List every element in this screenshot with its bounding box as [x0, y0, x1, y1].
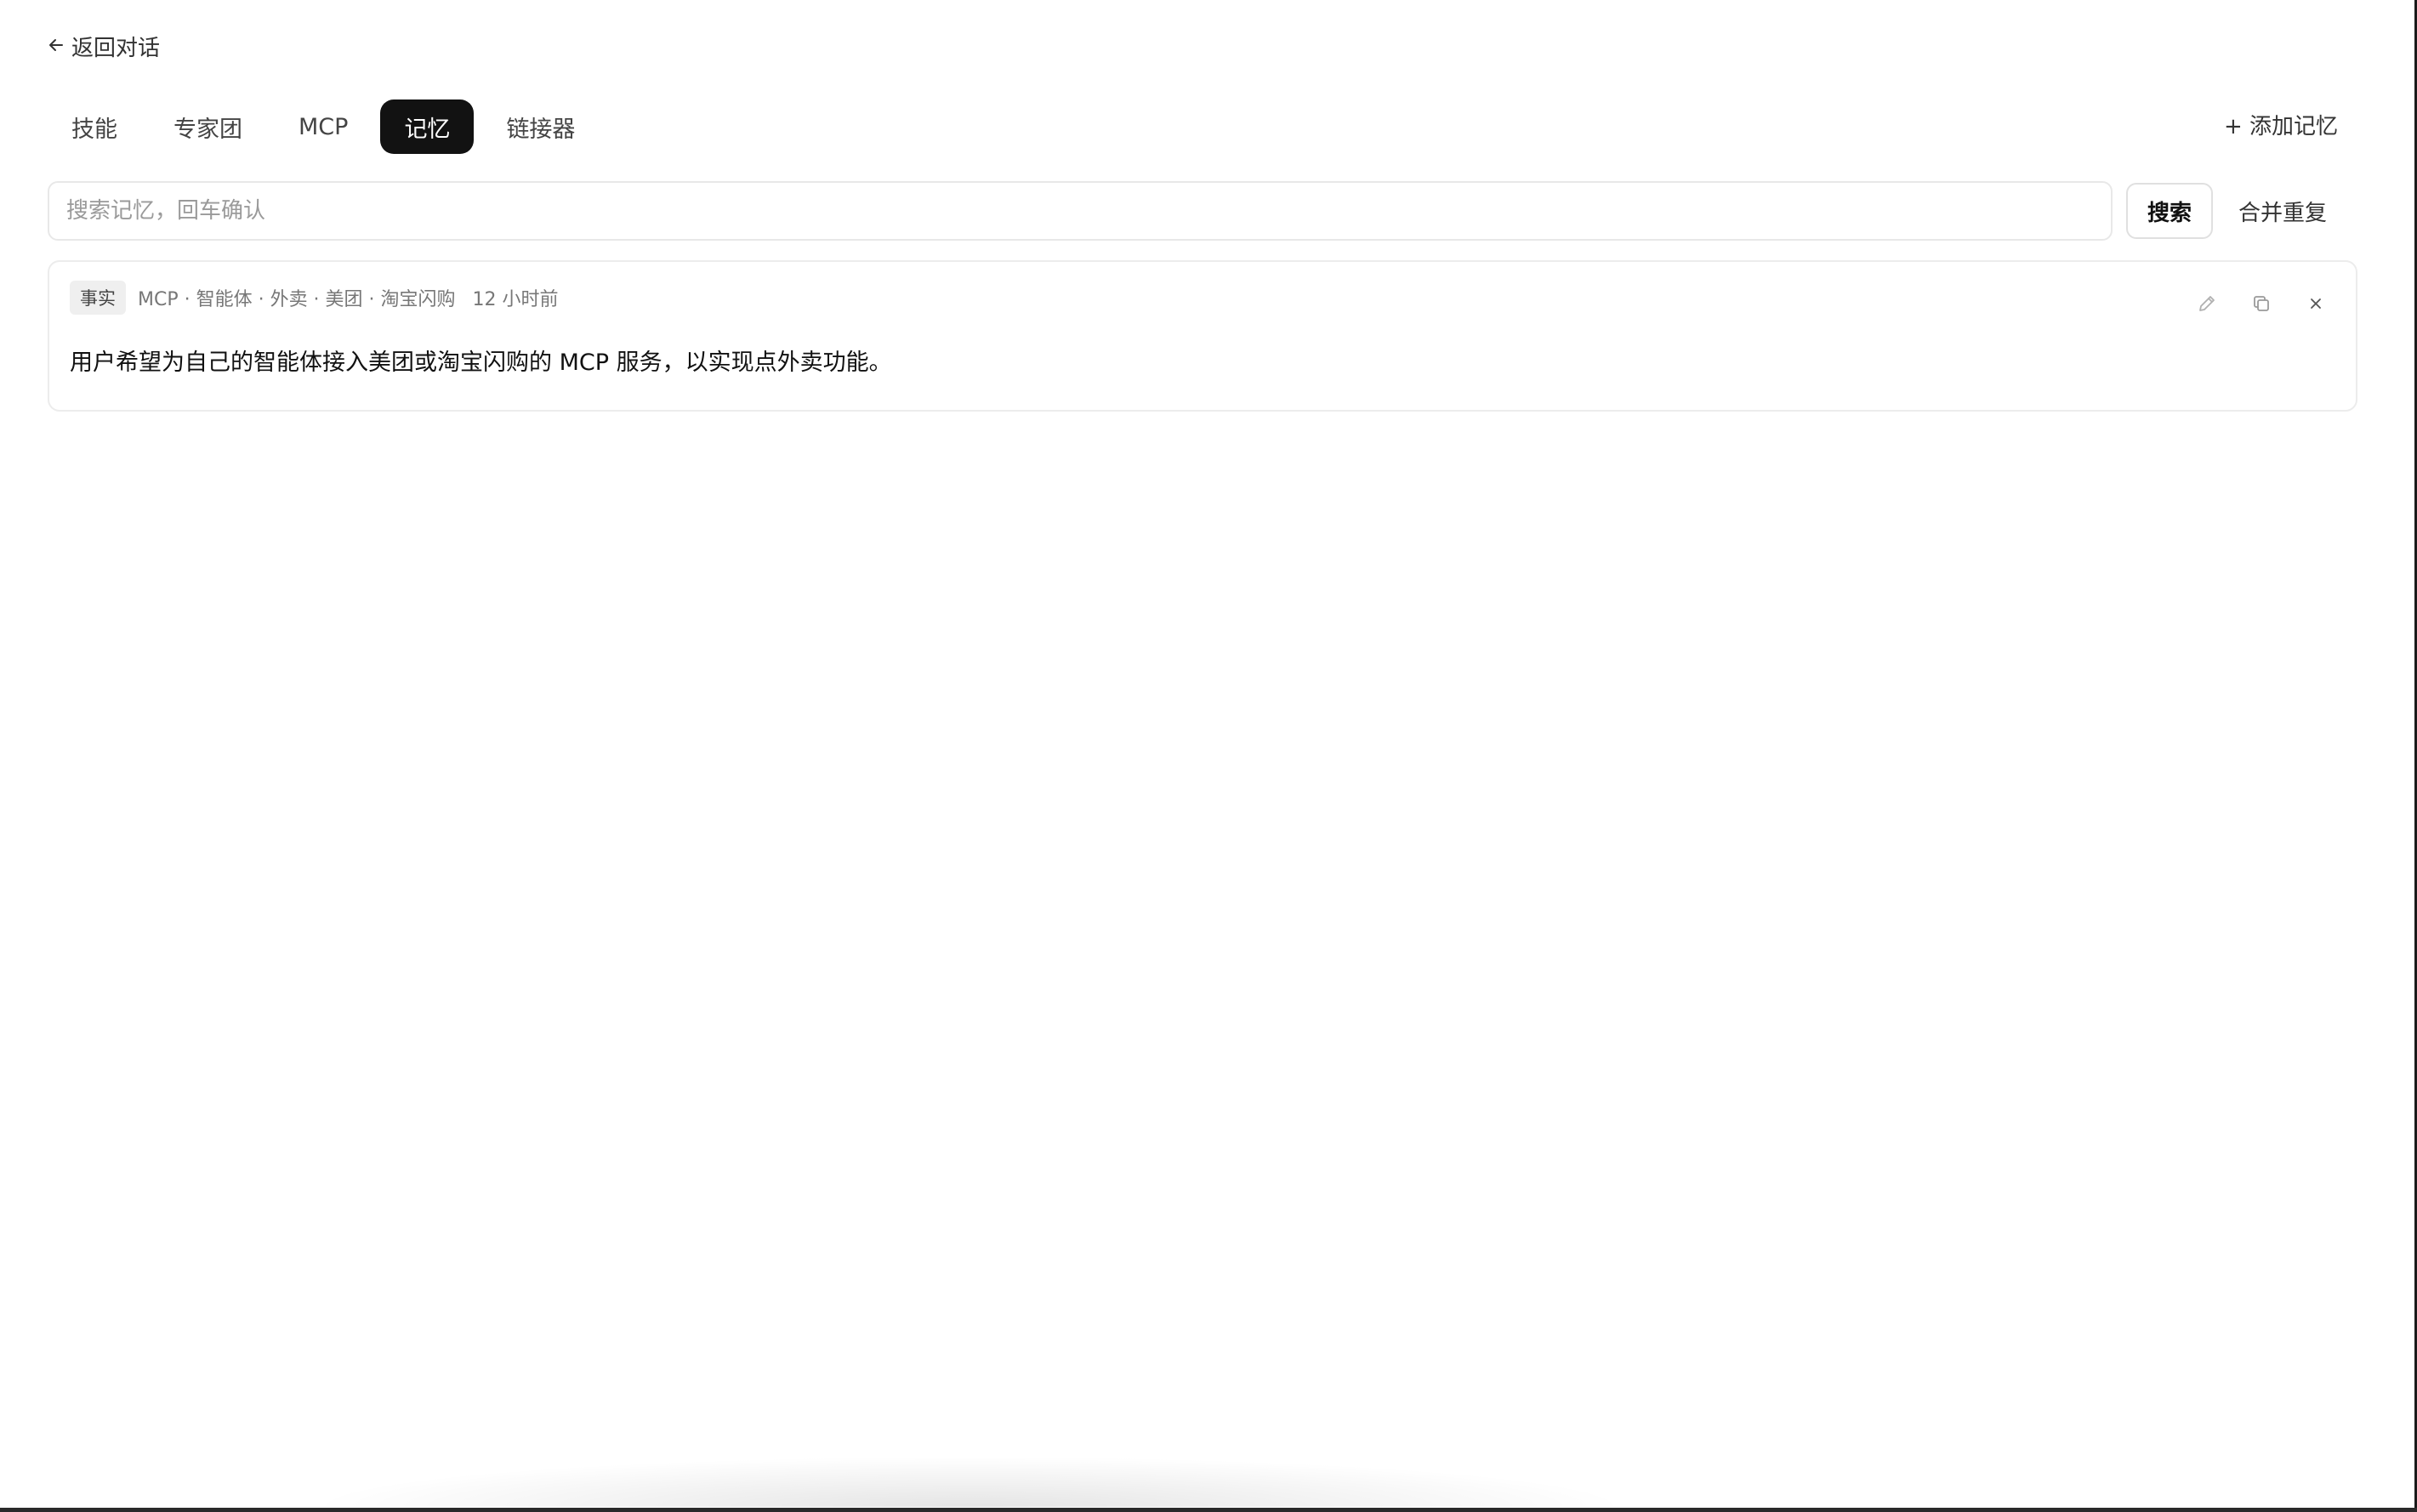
- memory-actions: [2196, 293, 2327, 315]
- bottom-shadow: [306, 1456, 1633, 1507]
- memory-card: 事实 MCP · 智能体 · 外卖 · 美团 · 淘宝闪购 12 小时前 用户希…: [48, 260, 2357, 412]
- back-label: 返回对话: [71, 36, 161, 61]
- memory-timestamp: 12 小时前: [472, 289, 559, 310]
- memory-tags: MCP · 智能体 · 外卖 · 美团 · 淘宝闪购: [138, 289, 456, 310]
- memory-content: 用户希望为自己的智能体接入美团或淘宝闪购的 MCP 服务，以实现点外卖功能。: [70, 350, 892, 376]
- tab-connectors[interactable]: 链接器: [482, 99, 599, 154]
- add-memory-button[interactable]: + 添加记忆: [2224, 109, 2338, 140]
- back-to-conversation-link[interactable]: 返回对话: [48, 31, 160, 62]
- close-icon[interactable]: [2305, 293, 2327, 315]
- tab-memory[interactable]: 记忆: [380, 99, 475, 154]
- tab-expert-team[interactable]: 专家团: [150, 99, 266, 154]
- merge-duplicates-button[interactable]: 合并重复: [2233, 196, 2332, 227]
- window-bottom-edge: [0, 1508, 2417, 1512]
- search-row: 搜索 合并重复: [48, 180, 2356, 242]
- arrow-left-icon: [48, 36, 65, 58]
- memory-meta: 事实 MCP · 智能体 · 外卖 · 美团 · 淘宝闪购 12 小时前: [70, 281, 559, 315]
- tab-bar: 技能 专家团 MCP 记忆 链接器: [48, 99, 607, 154]
- copy-icon[interactable]: [2250, 293, 2272, 315]
- search-button[interactable]: 搜索: [2126, 183, 2213, 239]
- edit-icon[interactable]: [2196, 293, 2218, 315]
- tab-mcp[interactable]: MCP: [275, 99, 372, 154]
- search-input[interactable]: [48, 181, 2113, 241]
- memory-type-badge: 事实: [70, 281, 126, 315]
- tab-skills[interactable]: 技能: [48, 99, 141, 154]
- memory-page: 返回对话 技能 专家团 MCP 记忆 链接器 + 添加记忆 搜索 合并重复 事实…: [0, 0, 2417, 1512]
